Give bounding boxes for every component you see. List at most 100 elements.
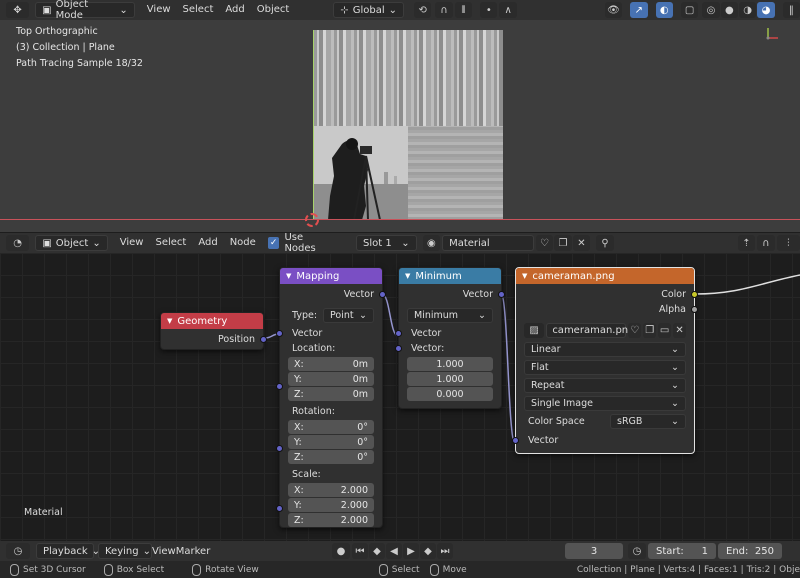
node-editor-canvas[interactable]: ▼ Geometry Position ▼ Mapping Vector Typ… bbox=[0, 253, 800, 541]
vector-socket[interactable] bbox=[512, 437, 519, 444]
play-icon[interactable]: ▶ bbox=[403, 543, 419, 559]
xray-icon[interactable]: ▢ bbox=[680, 2, 699, 18]
3d-viewport[interactable]: Top Orthographic (3) Collection | Plane … bbox=[0, 20, 800, 232]
rotation-z-field[interactable]: Z: 0° bbox=[288, 450, 374, 464]
use-nodes-toggle[interactable]: ✓ Use Nodes bbox=[267, 232, 336, 254]
menu-view[interactable]: View bbox=[141, 0, 177, 20]
duplicate-icon[interactable]: ❐ bbox=[643, 323, 657, 338]
snap-target-icon[interactable]: ⫴ bbox=[454, 2, 473, 18]
overlay-icon[interactable]: ◐ bbox=[655, 2, 673, 18]
scale-socket[interactable] bbox=[276, 505, 283, 512]
image-name-field[interactable]: cameraman.png bbox=[546, 323, 635, 338]
fake-user-icon[interactable]: ♡ bbox=[535, 235, 554, 251]
jump-start-icon[interactable]: ⏮ bbox=[352, 543, 368, 559]
pivot-icon[interactable]: ⟲ bbox=[414, 2, 432, 18]
shader-type-dropdown[interactable]: ▣ Object ⌄ bbox=[35, 235, 108, 251]
start-frame-field[interactable]: Start: 1 bbox=[648, 543, 716, 559]
vector-math-node[interactable]: ▼ Minimum Vector Minimum ⌄ Vector Vector… bbox=[395, 267, 505, 409]
node-menu-view[interactable]: View bbox=[114, 233, 150, 253]
editor-type-icon[interactable]: ✥ bbox=[6, 2, 30, 18]
location-y-field[interactable]: Y: 0m bbox=[288, 372, 374, 386]
prev-keyframe-icon[interactable]: ◆ bbox=[369, 543, 385, 559]
vector-socket[interactable] bbox=[395, 345, 402, 352]
rotation-socket[interactable] bbox=[276, 445, 283, 452]
transform-orientation-dropdown[interactable]: ⊹ Global ⌄ bbox=[333, 2, 405, 18]
operation-dropdown[interactable]: Minimum ⌄ bbox=[407, 308, 493, 323]
timeline-menu-marker[interactable]: Marker bbox=[176, 546, 211, 557]
color-socket[interactable] bbox=[691, 291, 698, 298]
rendered-shading-icon[interactable]: ◕ bbox=[757, 2, 775, 18]
type-dropdown[interactable]: Point ⌄ bbox=[323, 308, 374, 323]
vector-socket[interactable] bbox=[379, 291, 386, 298]
wireframe-shading-icon[interactable]: ◎ bbox=[702, 2, 720, 18]
snap-icon[interactable]: ∩ bbox=[435, 2, 453, 18]
parent-node-icon[interactable]: ⇡ bbox=[737, 235, 756, 251]
checkbox-icon[interactable]: ✓ bbox=[267, 237, 280, 249]
material-browse-icon[interactable]: ◉ bbox=[422, 235, 441, 251]
image-texture-node-header[interactable]: ▼ cameraman.png bbox=[516, 268, 694, 284]
source-dropdown[interactable]: Single Image ⌄ bbox=[524, 396, 686, 411]
snap-icon[interactable]: ∩ bbox=[757, 235, 775, 251]
mode-dropdown[interactable]: ▣ Object Mode ⌄ bbox=[35, 0, 135, 21]
menu-select[interactable]: Select bbox=[177, 0, 220, 20]
extension-dropdown[interactable]: Repeat ⌄ bbox=[524, 378, 686, 393]
vector-y-field[interactable]: 1.000 bbox=[407, 372, 493, 386]
unlink-icon[interactable]: ✕ bbox=[572, 235, 591, 251]
material-shading-icon[interactable]: ◑ bbox=[738, 2, 757, 18]
solid-shading-icon[interactable]: ● bbox=[720, 2, 738, 18]
location-socket[interactable] bbox=[276, 383, 283, 390]
collapse-triangle-icon[interactable]: ▼ bbox=[286, 272, 291, 280]
visibility-icon[interactable]: 👁 bbox=[604, 2, 623, 18]
node-menu-add[interactable]: Add bbox=[192, 233, 223, 253]
timeline-menu-view[interactable]: View bbox=[152, 546, 176, 557]
vector-x-field[interactable]: 1.000 bbox=[407, 357, 493, 371]
record-icon[interactable]: ● bbox=[332, 543, 350, 559]
current-frame-field[interactable]: 3 bbox=[565, 543, 623, 559]
navigation-gizmo[interactable] bbox=[760, 26, 784, 51]
material-name-field[interactable]: Material bbox=[442, 235, 534, 251]
vector-math-node-header[interactable]: ▼ Minimum bbox=[399, 268, 501, 284]
open-folder-icon[interactable]: ▭ bbox=[658, 323, 672, 338]
node-menu-select[interactable]: Select bbox=[149, 233, 192, 253]
vector-socket[interactable] bbox=[395, 330, 402, 337]
keying-menu[interactable]: Keying ⌄ bbox=[98, 543, 152, 559]
menu-object[interactable]: Object bbox=[251, 0, 296, 20]
unlink-icon[interactable]: ✕ bbox=[673, 323, 686, 338]
fake-user-icon[interactable]: ♡ bbox=[628, 323, 642, 338]
editor-type-icon[interactable]: ◷ bbox=[6, 543, 30, 559]
vector-socket[interactable] bbox=[260, 336, 267, 343]
rotation-x-field[interactable]: X: 0° bbox=[288, 420, 374, 434]
pin-icon[interactable]: ⚲ bbox=[596, 235, 614, 251]
play-reverse-icon[interactable]: ◀ bbox=[386, 543, 402, 559]
alpha-socket[interactable] bbox=[691, 306, 698, 313]
gizmo-icon[interactable]: ↗ bbox=[630, 2, 648, 18]
rendered-plane[interactable] bbox=[313, 30, 503, 220]
slot-dropdown[interactable]: Slot 1 ⌄ bbox=[355, 235, 417, 251]
snap-mode-icon[interactable]: ⫶ bbox=[776, 235, 800, 251]
vector-z-field[interactable]: 0.000 bbox=[407, 387, 493, 401]
end-frame-field[interactable]: End: 250 bbox=[718, 543, 782, 559]
playback-menu[interactable]: Playback ⌄ bbox=[36, 543, 100, 559]
vector-socket[interactable] bbox=[276, 330, 283, 337]
menu-add[interactable]: Add bbox=[219, 0, 250, 20]
scale-z-field[interactable]: Z: 2.000 bbox=[288, 513, 374, 527]
interpolation-dropdown[interactable]: Linear ⌄ bbox=[524, 342, 686, 357]
proportional-edit-icon[interactable]: • bbox=[480, 2, 498, 18]
rotation-y-field[interactable]: Y: 0° bbox=[288, 435, 374, 449]
geometry-node[interactable]: ▼ Geometry Position bbox=[160, 312, 267, 350]
collapse-triangle-icon[interactable]: ▼ bbox=[405, 272, 410, 280]
image-browse-icon[interactable]: ▨ bbox=[524, 323, 545, 338]
scale-y-field[interactable]: Y: 2.000 bbox=[288, 498, 374, 512]
vector-socket[interactable] bbox=[498, 291, 505, 298]
collapse-triangle-icon[interactable]: ▼ bbox=[522, 272, 527, 280]
jump-end-icon[interactable]: ⏭ bbox=[437, 543, 453, 559]
color-space-dropdown[interactable]: sRGB ⌄ bbox=[610, 414, 686, 429]
scale-x-field[interactable]: X: 2.000 bbox=[288, 483, 374, 497]
mapping-node-header[interactable]: ▼ Mapping bbox=[280, 268, 382, 284]
image-texture-node[interactable]: ▼ cameraman.png Color Alpha ▨ cameraman.… bbox=[512, 267, 698, 454]
collapse-triangle-icon[interactable]: ▼ bbox=[167, 317, 172, 325]
clock-icon[interactable]: ◷ bbox=[628, 543, 646, 559]
location-z-field[interactable]: Z: 0m bbox=[288, 387, 374, 401]
mapping-node[interactable]: ▼ Mapping Vector Type: Point ⌄ Vector Lo… bbox=[276, 267, 386, 528]
projection-dropdown[interactable]: Flat ⌄ bbox=[524, 360, 686, 375]
